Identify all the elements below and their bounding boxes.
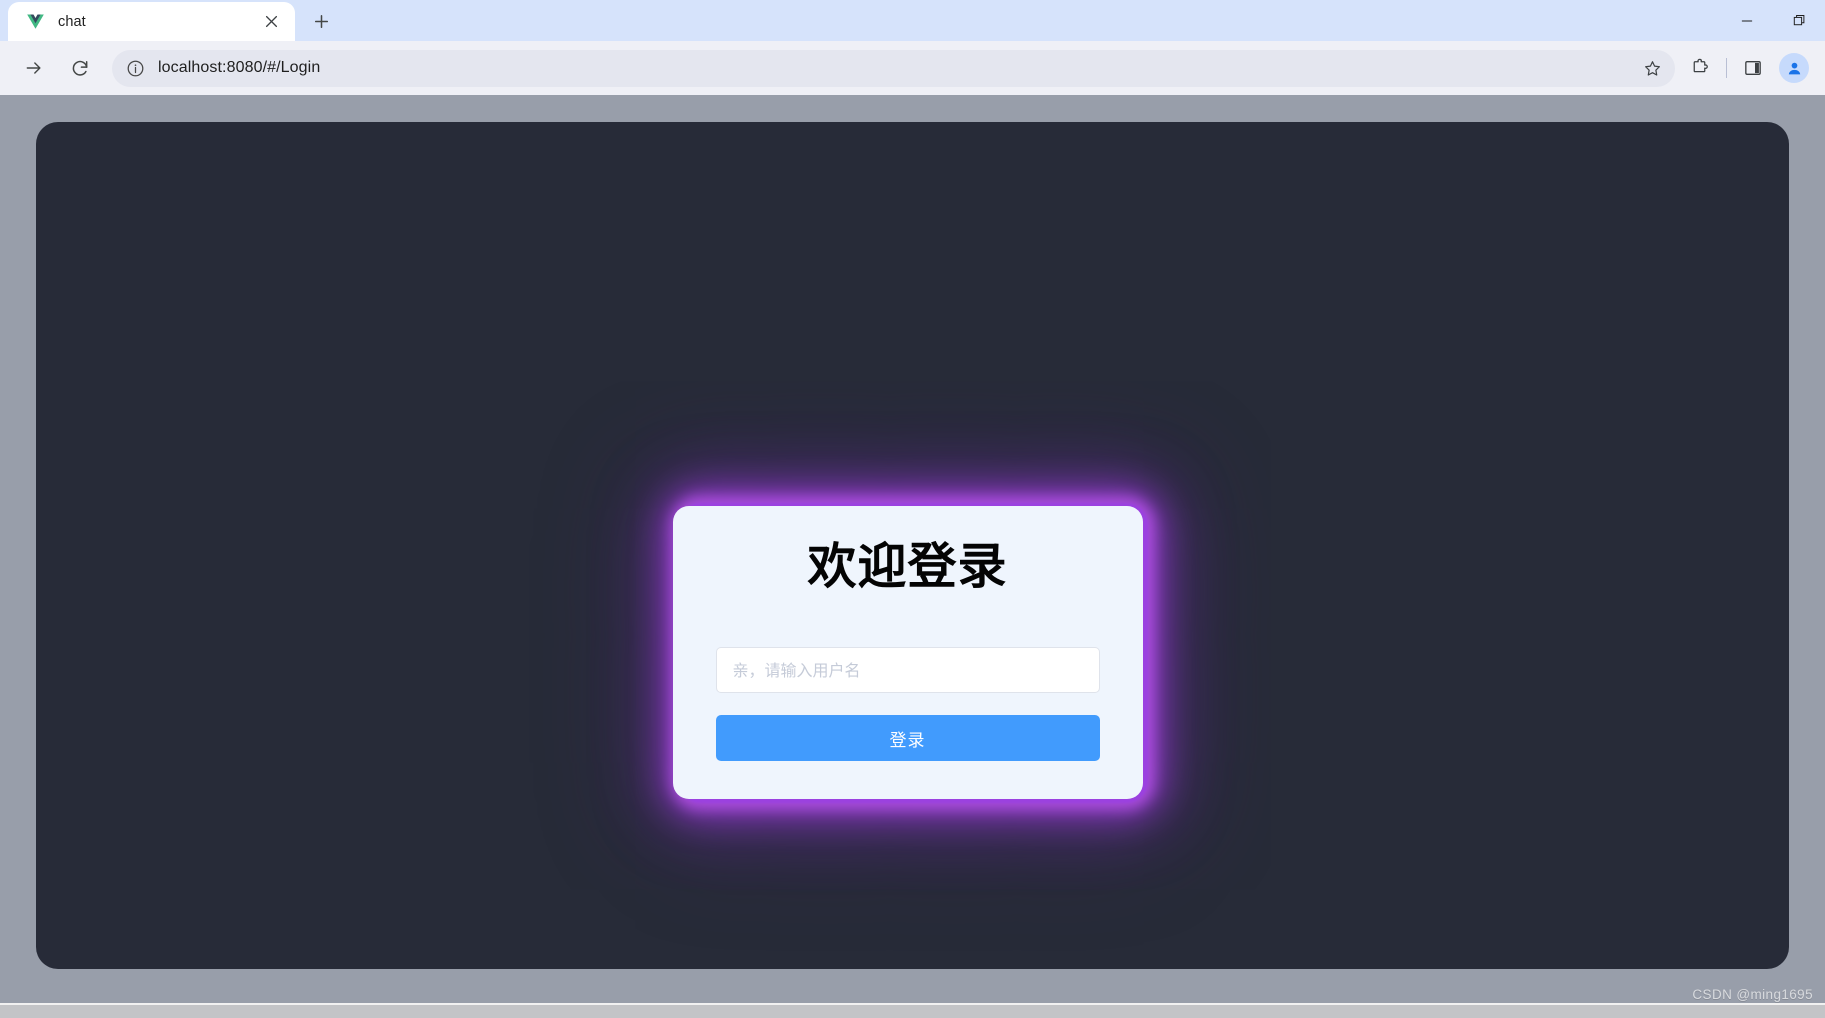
profile-avatar[interactable] — [1779, 53, 1809, 83]
site-info-icon[interactable] — [122, 55, 148, 81]
restore-icon[interactable] — [1773, 0, 1825, 41]
minimize-icon[interactable] — [1721, 0, 1773, 41]
new-tab-button[interactable] — [304, 4, 338, 38]
toolbar-actions — [1681, 50, 1812, 86]
watermark: CSDN @ming1695 — [1692, 987, 1813, 1002]
bookmark-star-icon[interactable] — [1637, 53, 1667, 83]
page-title: 欢迎登录 — [807, 538, 1008, 595]
login-button[interactable]: 登录 — [715, 715, 1100, 762]
toolbar-divider — [1726, 58, 1727, 78]
tab-title: chat — [58, 13, 86, 30]
side-panel-icon[interactable] — [1734, 50, 1772, 86]
app-panel: 欢迎登录 登录 — [36, 122, 1789, 969]
window-bottom-strip — [0, 1003, 1825, 1018]
browser-tab-chat[interactable]: chat — [8, 2, 295, 41]
tab-strip: chat — [0, 0, 1825, 41]
forward-arrow-icon[interactable] — [16, 50, 52, 86]
page-viewport: 欢迎登录 登录 CSDN @ming1695 — [0, 95, 1825, 1018]
url-text[interactable]: localhost:8080/#/Login — [158, 59, 1637, 77]
reload-icon[interactable] — [62, 50, 98, 86]
username-input[interactable] — [715, 647, 1100, 694]
login-container: 欢迎登录 登录 — [672, 502, 1153, 803]
close-icon[interactable] — [259, 10, 283, 34]
extensions-puzzle-icon[interactable] — [1681, 50, 1719, 86]
login-card: 欢迎登录 登录 — [672, 506, 1143, 800]
browser-window: chat localhost:8080/#/Login 欢迎登录 亲，请输入用户… — [0, 0, 1825, 1018]
address-bar[interactable]: localhost:8080/#/Login — [112, 49, 1675, 87]
browser-toolbar: localhost:8080/#/Login — [0, 41, 1825, 95]
window-controls — [1721, 0, 1825, 41]
vue-logo-icon — [26, 12, 45, 31]
